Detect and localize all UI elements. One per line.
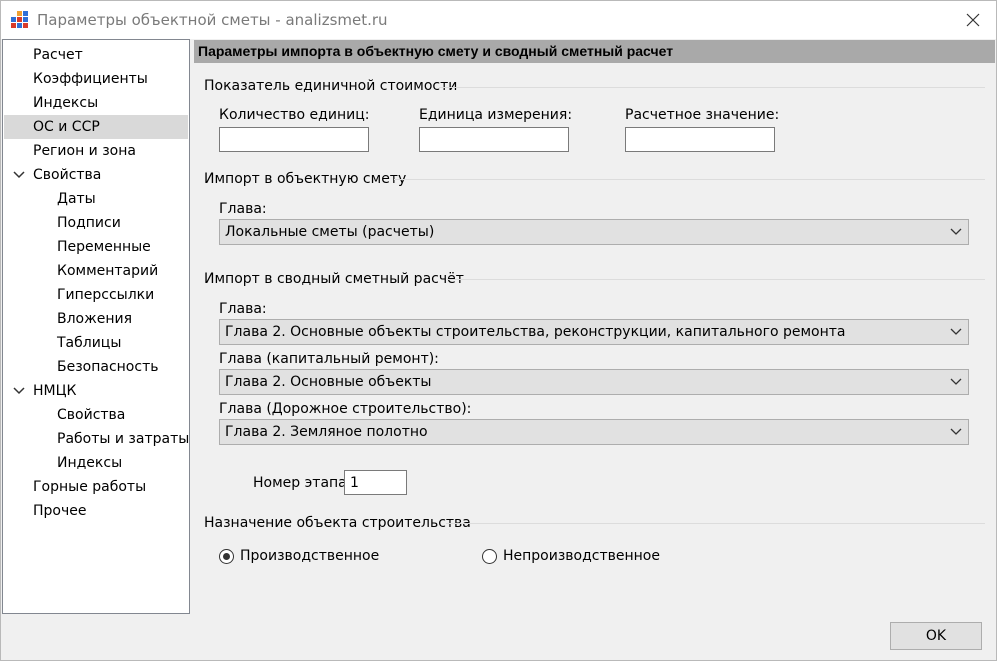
tree-item-label: Регион и зона bbox=[33, 143, 136, 159]
group-divider bbox=[394, 179, 985, 180]
radio-nonproduction[interactable]: Непроизводственное bbox=[482, 548, 660, 564]
tree-item-os-ssr[interactable]: ОС и ССР bbox=[4, 115, 188, 139]
calc-value-input[interactable] bbox=[625, 127, 775, 152]
radio-checked-icon bbox=[219, 548, 234, 564]
tree-item-label: Свойства bbox=[33, 167, 102, 183]
radio-production-label: Производственное bbox=[240, 548, 380, 564]
calc-value-label: Расчетное значение: bbox=[625, 107, 780, 123]
tree-item-label: Индексы bbox=[57, 455, 123, 471]
tree-item-coefficients[interactable]: Коэффициенты bbox=[4, 67, 188, 91]
radio-unchecked-icon bbox=[482, 548, 497, 564]
tree-item-nmck[interactable]: НМЦК bbox=[4, 379, 188, 403]
tree-item-dates[interactable]: Даты bbox=[4, 187, 188, 211]
tree-item-label: Работы и затраты bbox=[57, 431, 190, 447]
ok-button[interactable]: OK bbox=[890, 622, 982, 650]
tree-item-label: Безопасность bbox=[57, 359, 159, 375]
tree-item-label: Расчет bbox=[33, 47, 83, 63]
object-chapter-select[interactable]: Локальные сметы (расчеты) bbox=[219, 219, 969, 245]
tree-item-label: Прочее bbox=[33, 503, 87, 519]
title-bar: Параметры объектной сметы - analizsmet.r… bbox=[1, 1, 996, 39]
summary-chapter-select[interactable]: Глава 2. Основные объекты строительства,… bbox=[219, 319, 969, 345]
window-title: Параметры объектной сметы - analizsmet.r… bbox=[37, 11, 388, 29]
tree-item-other[interactable]: Прочее bbox=[4, 499, 188, 523]
tree-item-attachments[interactable]: Вложения bbox=[4, 307, 188, 331]
summary-chapter-label: Глава: bbox=[219, 301, 267, 317]
chevron-down-icon bbox=[950, 228, 962, 235]
stage-number-label: Номер этапа: bbox=[253, 475, 352, 491]
tree-item-raschet[interactable]: Расчет bbox=[4, 43, 188, 67]
panel-header: Параметры импорта в объектную смету и св… bbox=[194, 40, 995, 63]
tree-item-label: Даты bbox=[57, 191, 96, 207]
group-divider bbox=[439, 87, 985, 88]
tree-item-label: ОС и ССР bbox=[33, 119, 100, 135]
group-divider bbox=[447, 279, 985, 280]
tree-item-label: Вложения bbox=[57, 311, 133, 327]
capital-chapter-select[interactable]: Глава 2. Основные объекты bbox=[219, 369, 969, 395]
radio-production[interactable]: Производственное bbox=[219, 548, 379, 564]
capital-chapter-label: Глава (капитальный ремонт): bbox=[219, 351, 439, 367]
chevron-down-icon bbox=[950, 328, 962, 335]
tree-item-label: Коэффициенты bbox=[33, 71, 148, 87]
group-title-unit-cost: Показатель единичной стоимости bbox=[204, 78, 458, 94]
tree-item-nmck-properties[interactable]: Свойства bbox=[4, 403, 188, 427]
tree-item-label: Таблицы bbox=[57, 335, 122, 351]
tree-item-variables[interactable]: Переменные bbox=[4, 235, 188, 259]
group-title-object-estimate: Импорт в объектную смету bbox=[204, 171, 407, 187]
tree-item-signatures[interactable]: Подписи bbox=[4, 211, 188, 235]
app-icon bbox=[11, 11, 28, 28]
tree-item-properties[interactable]: Свойства bbox=[4, 163, 188, 187]
settings-tree: Расчет Коэффициенты Индексы ОС и ССР Рег… bbox=[2, 39, 190, 614]
group-title-purpose: Назначение объекта строительства bbox=[204, 515, 471, 531]
chapter-label: Глава: bbox=[219, 201, 267, 217]
object-chapter-value: Локальные сметы (расчеты) bbox=[225, 224, 435, 240]
road-chapter-label: Глава (Дорожное строительство): bbox=[219, 401, 472, 417]
tree-item-comment[interactable]: Комментарий bbox=[4, 259, 188, 283]
tree-item-indexes[interactable]: Индексы bbox=[4, 91, 188, 115]
tree-item-works-costs[interactable]: Работы и затраты bbox=[4, 427, 190, 451]
tree-item-label: Комментарий bbox=[57, 263, 159, 279]
tree-item-hyperlinks[interactable]: Гиперссылки bbox=[4, 283, 188, 307]
tree-item-tables[interactable]: Таблицы bbox=[4, 331, 188, 355]
tree-item-security[interactable]: Безопасность bbox=[4, 355, 188, 379]
radio-nonproduction-label: Непроизводственное bbox=[503, 548, 660, 564]
settings-panel: Параметры импорта в объектную смету и св… bbox=[194, 39, 995, 614]
quantity-label: Количество единиц: bbox=[219, 107, 370, 123]
road-chapter-select[interactable]: Глава 2. Земляное полотно bbox=[219, 419, 969, 445]
capital-chapter-value: Глава 2. Основные объекты bbox=[225, 374, 432, 390]
tree-item-label: Свойства bbox=[57, 407, 126, 423]
close-button[interactable] bbox=[950, 1, 996, 39]
tree-item-region-zone[interactable]: Регион и зона bbox=[4, 139, 188, 163]
tree-item-label: Индексы bbox=[33, 95, 99, 111]
tree-item-label: Гиперссылки bbox=[57, 287, 155, 303]
tree-item-nmck-indexes[interactable]: Индексы bbox=[4, 451, 188, 475]
tree-item-label: НМЦК bbox=[33, 383, 77, 399]
unit-input[interactable] bbox=[419, 127, 569, 152]
chevron-down-icon[interactable] bbox=[13, 386, 25, 396]
tree-item-mining[interactable]: Горные работы bbox=[4, 475, 188, 499]
close-icon bbox=[966, 13, 980, 27]
stage-number-input[interactable] bbox=[344, 470, 407, 495]
tree-item-label: Переменные bbox=[57, 239, 151, 255]
chevron-down-icon bbox=[950, 428, 962, 435]
unit-label: Единица измерения: bbox=[419, 107, 573, 123]
summary-chapter-value: Глава 2. Основные объекты строительства,… bbox=[225, 324, 846, 340]
dialog-window: Параметры объектной сметы - analizsmet.r… bbox=[0, 0, 997, 661]
tree-item-label: Подписи bbox=[57, 215, 121, 231]
quantity-input[interactable] bbox=[219, 127, 369, 152]
chevron-down-icon[interactable] bbox=[13, 170, 25, 180]
chevron-down-icon bbox=[950, 378, 962, 385]
dialog-footer bbox=[1, 614, 996, 660]
tree-item-label: Горные работы bbox=[33, 479, 147, 495]
group-divider bbox=[446, 523, 985, 524]
road-chapter-value: Глава 2. Земляное полотно bbox=[225, 424, 428, 440]
group-title-summary-estimate: Импорт в сводный сметный расчёт bbox=[204, 271, 464, 287]
